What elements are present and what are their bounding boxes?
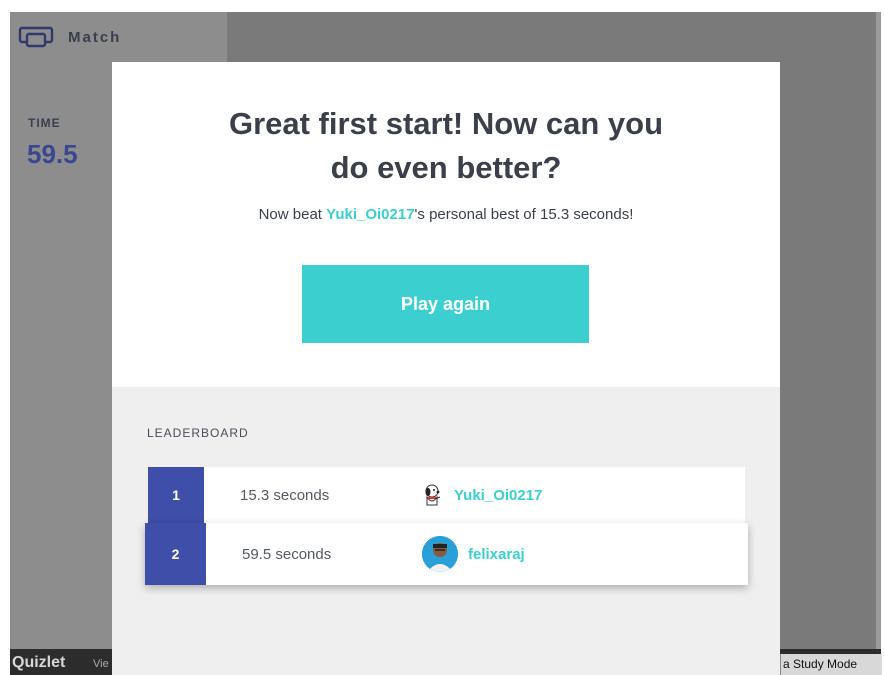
challenge-prefix: Now beat <box>258 206 327 223</box>
footer-view-text[interactable]: Vie <box>93 658 109 670</box>
snoopy-avatar-icon <box>425 484 441 506</box>
time-label: TIME <box>28 116 61 130</box>
study-mode-select[interactable]: a Study Mode <box>780 654 882 675</box>
results-modal: Great first start! Now can you do even b… <box>112 62 780 675</box>
leaderboard-username[interactable]: felixaraj <box>468 546 525 563</box>
avatar[interactable] <box>420 483 444 507</box>
leaderboard-rank: 1 <box>148 467 204 523</box>
challenge-suffix: 's personal best of 15.3 seconds! <box>414 206 634 223</box>
leaderboard-row: 2 59.5 seconds felixaraj <box>145 523 748 585</box>
headline-line-1: Great first start! Now can you <box>228 106 664 141</box>
leaderboard-username[interactable]: Yuki_Oi0217 <box>454 487 542 504</box>
time-value: 59.5 <box>27 139 78 169</box>
match-mode-label: Match <box>68 28 122 46</box>
leaderboard-time: 59.5 seconds <box>242 545 332 563</box>
page-scrollbar[interactable] <box>876 12 881 649</box>
leaderboard-rank: 2 <box>145 523 206 585</box>
leaderboard-title: LEADERBOARD <box>147 426 249 440</box>
quizlet-logo[interactable]: Quizlet <box>12 654 65 672</box>
challenge-text: Now beat Yuki_Oi0217's personal best of … <box>112 206 780 223</box>
study-mode-label: a Study Mode <box>783 657 858 671</box>
headline-line-2: do even better? <box>330 150 562 185</box>
leaderboard-row: 1 15.3 seconds Yuki_Oi0217 <box>148 467 745 523</box>
play-again-button[interactable]: Play again <box>302 265 589 343</box>
match-cards-icon <box>18 26 54 48</box>
avatar[interactable] <box>422 536 458 572</box>
results-headline: Great first start! Now can you do even b… <box>112 102 780 190</box>
user-photo-avatar-icon <box>422 536 458 572</box>
match-mode-header: Match <box>18 26 121 48</box>
challenge-user-link[interactable]: Yuki_Oi0217 <box>326 206 414 223</box>
leaderboard-time: 15.3 seconds <box>240 486 330 504</box>
